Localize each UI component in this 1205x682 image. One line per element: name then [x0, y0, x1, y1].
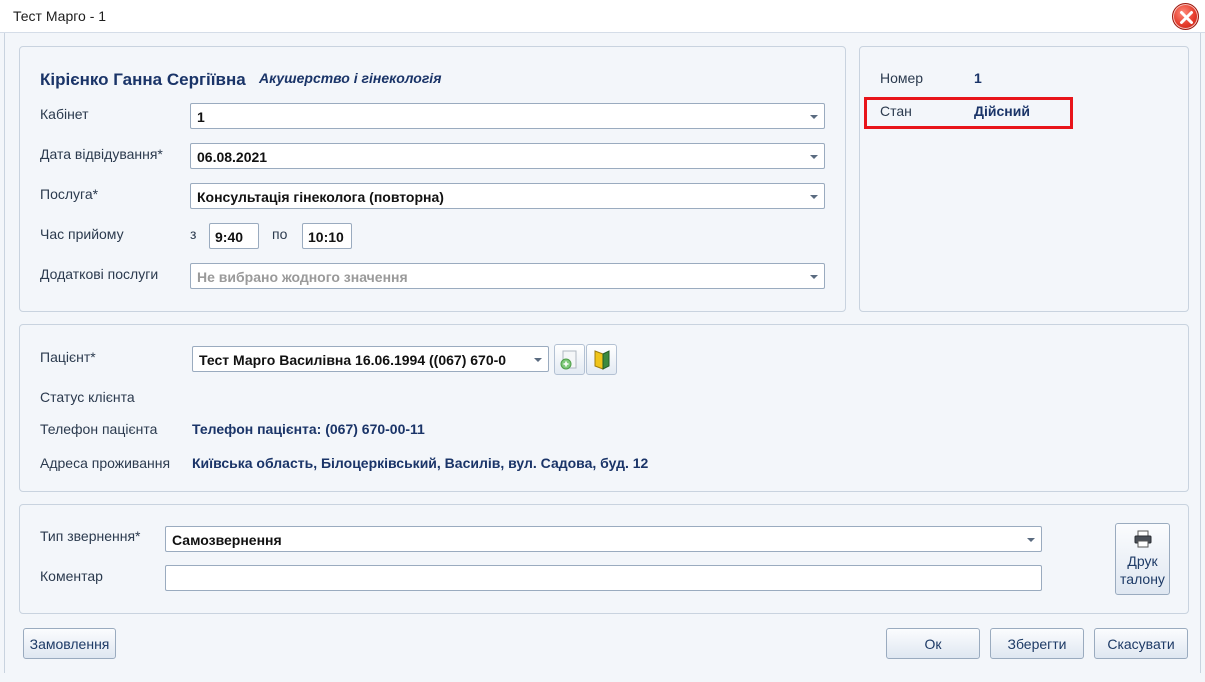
- patient-select[interactable]: Тест Марго Василівна 16.06.1994 ((067) 6…: [192, 346, 549, 372]
- cabinet-select[interactable]: 1: [190, 103, 825, 129]
- patient-label: Пацієнт*: [40, 349, 96, 365]
- date-value: 06.08.2021: [197, 149, 268, 165]
- time-from-label: з: [190, 226, 197, 242]
- cabinet-value: 1: [197, 109, 205, 125]
- time-label: Час прийому: [40, 226, 124, 242]
- print-ticket-button[interactable]: Друк талону: [1115, 523, 1170, 595]
- book-icon: [594, 350, 610, 370]
- state-highlight-box: [864, 97, 1073, 129]
- address-value: Київська область, Білоцерківський, Васил…: [192, 455, 649, 471]
- chevron-down-icon: [534, 358, 542, 362]
- request-type-value: Самозвернення: [172, 532, 282, 548]
- window-title: Тест Марго - 1: [13, 8, 107, 24]
- window-titlebar: Тест Марго - 1: [0, 0, 1205, 33]
- date-label: Дата відвідування*: [40, 146, 163, 162]
- ok-label: Ок: [924, 636, 942, 652]
- patient-card-button[interactable]: [586, 344, 617, 375]
- chevron-down-icon: [810, 115, 818, 119]
- cabinet-label: Кабінет: [40, 106, 89, 122]
- print-label-line2: талону: [1120, 571, 1165, 587]
- save-label: Зберегти: [1007, 636, 1067, 652]
- number-value: 1: [974, 70, 982, 86]
- add-patient-button[interactable]: [554, 344, 585, 375]
- client-status-label: Статус клієнта: [40, 389, 135, 405]
- time-from-value: 9:40: [215, 229, 244, 245]
- comment-label: Коментар: [40, 568, 103, 584]
- doctor-name: Кірієнко Ганна Сергіївна: [40, 70, 246, 89]
- printer-icon: [1134, 530, 1152, 548]
- close-button[interactable]: [1172, 3, 1199, 30]
- time-to-value: 10:10: [308, 229, 344, 245]
- chevron-down-icon: [1027, 538, 1035, 542]
- date-select[interactable]: 06.08.2021: [190, 143, 825, 169]
- time-to-label: по: [272, 226, 288, 242]
- orders-label: Замовлення: [29, 636, 110, 652]
- request-type-label: Тип звернення*: [40, 528, 141, 544]
- save-button[interactable]: Зберегти: [990, 628, 1084, 659]
- patient-phone-label: Телефон пацієнта: [40, 421, 158, 437]
- close-icon: [1180, 11, 1193, 24]
- patient-phone-value: Телефон пацієнта: (067) 670-00-11: [192, 421, 425, 437]
- ok-button[interactable]: Ок: [886, 628, 980, 659]
- print-label-line1: Друк: [1127, 553, 1158, 569]
- service-label: Послуга*: [40, 186, 99, 202]
- chevron-down-icon: [810, 195, 818, 199]
- chevron-down-icon: [810, 275, 818, 279]
- extra-services-label: Додаткові послуги: [40, 266, 159, 282]
- cancel-label: Скасувати: [1107, 636, 1175, 652]
- service-select[interactable]: Консультація гінеколога (повторна): [190, 183, 825, 209]
- request-panel: [19, 504, 1189, 614]
- service-value: Консультація гінеколога (повторна): [197, 189, 444, 205]
- request-type-select[interactable]: Самозвернення: [165, 526, 1042, 552]
- number-label: Номер: [880, 70, 924, 86]
- time-to-input[interactable]: 10:10: [302, 223, 352, 249]
- chevron-down-icon: [810, 155, 818, 159]
- extra-services-placeholder: Не вибрано жодного значення: [197, 269, 408, 285]
- orders-button[interactable]: Замовлення: [23, 628, 116, 659]
- time-from-input[interactable]: 9:40: [209, 223, 259, 249]
- doctor-specialty: Акушерство і гінекологія: [259, 70, 442, 86]
- patient-value: Тест Марго Василівна 16.06.1994 ((067) 6…: [199, 352, 507, 368]
- cancel-button[interactable]: Скасувати: [1094, 628, 1188, 659]
- address-label: Адреса проживання: [40, 455, 171, 471]
- comment-input[interactable]: [165, 565, 1042, 591]
- extra-services-select[interactable]: Не вибрано жодного значення: [190, 263, 825, 289]
- add-document-icon: [560, 350, 577, 370]
